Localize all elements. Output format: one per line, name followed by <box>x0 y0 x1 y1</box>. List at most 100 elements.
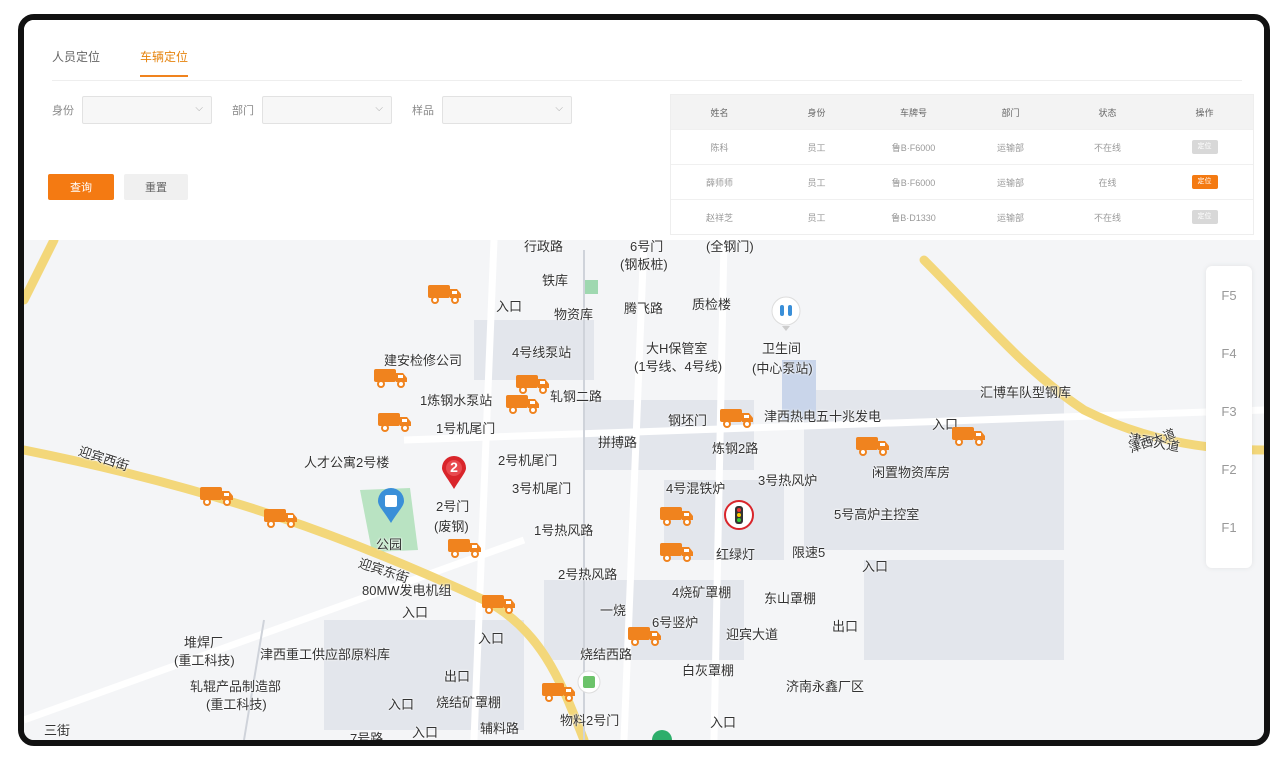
park-pin-icon[interactable] <box>376 488 406 524</box>
map-label: 入口 <box>496 299 523 314</box>
truck-icon[interactable] <box>628 624 662 646</box>
map-label: 卫生间 <box>762 341 802 356</box>
map-label: 入口 <box>478 631 505 646</box>
map-label: 红绿灯 <box>716 547 756 562</box>
floor-f3[interactable]: F3 <box>1206 382 1252 440</box>
map-label: 4号混铁炉 <box>666 481 726 496</box>
vehicle-table: 姓名 身份 车牌号 部门 状态 操作 陈科 员工 鲁B·F6000 运输部 不在… <box>670 94 1254 235</box>
truck-icon[interactable] <box>660 540 694 562</box>
map-label: 2号热风路 <box>558 567 618 582</box>
truck-icon[interactable] <box>952 424 986 446</box>
chevron-down-icon: ⌵ <box>195 103 203 114</box>
map-label: 公园 <box>376 537 403 552</box>
table-row: 薛师师 员工 鲁B·F6000 运输部 在线 定位 <box>671 164 1253 199</box>
header-cell: 车牌号 <box>899 107 927 118</box>
cell-status: 不在线 <box>1093 212 1121 223</box>
map-label: 质检楼 <box>692 297 732 312</box>
cell-name: 赵祥芝 <box>705 212 733 223</box>
truck-icon[interactable] <box>506 392 540 414</box>
cell-identity: 员工 <box>807 177 826 188</box>
truck-icon[interactable] <box>482 592 516 614</box>
map-label: 人才公寓2号楼 <box>304 455 390 470</box>
truck-icon[interactable] <box>374 366 408 388</box>
map-label: 7号路 <box>350 731 384 746</box>
map-label: 4烧矿罩棚 <box>672 585 732 600</box>
map-label: 津西重工供应部原料库 <box>260 647 391 662</box>
cell-plate: 鲁B·D1330 <box>891 212 936 223</box>
identity-select[interactable]: ⌵ <box>82 96 212 124</box>
identity-label: 身份 <box>52 105 74 117</box>
query-button[interactable]: 查询 <box>48 174 114 200</box>
map-label: (重工科技) <box>206 697 267 712</box>
query-panel: 人员定位 车辆定位 身份 ⌵ 部门 ⌵ 样品 ⌵ 查询 重置 姓名 身份 车牌号… <box>24 20 1264 240</box>
table-row: 赵祥芝 员工 鲁B·D1330 运输部 不在线 定位 <box>671 199 1253 234</box>
map-label: 闲置物资库房 <box>872 465 951 480</box>
cell-plate: 鲁B·F6000 <box>891 142 936 153</box>
map-label: 出口 <box>832 619 859 634</box>
map-label: 轧钢二路 <box>550 389 603 404</box>
map-label: 3号热风炉 <box>758 473 818 488</box>
truck-icon[interactable] <box>448 536 482 558</box>
floor-f5[interactable]: F5 <box>1206 266 1252 324</box>
map-label: 入口 <box>388 697 415 712</box>
map-label: 济南永鑫厂区 <box>786 679 865 694</box>
sample-select[interactable]: ⌵ <box>442 96 572 124</box>
truck-icon[interactable] <box>200 484 234 506</box>
green-pin-icon[interactable] <box>650 726 674 740</box>
department-select[interactable]: ⌵ <box>262 96 392 124</box>
map-label: 轧辊产品制造部 <box>190 679 282 694</box>
truck-icon[interactable] <box>856 434 890 456</box>
tab-bar: 人员定位 车辆定位 <box>52 48 189 77</box>
map-label: (重工科技) <box>174 653 235 668</box>
map-label: 铁库 <box>542 273 569 288</box>
map-label: 烧结矿罩棚 <box>436 695 502 710</box>
truck-icon[interactable] <box>264 506 298 528</box>
chevron-down-icon: ⌵ <box>375 103 383 114</box>
reset-button[interactable]: 重置 <box>124 174 188 200</box>
header-cell: 部门 <box>1001 107 1020 118</box>
map-label: 2号门 <box>436 499 470 514</box>
truck-icon[interactable] <box>542 680 576 702</box>
map-label: 1号机尾门 <box>436 421 496 436</box>
locate-button[interactable]: 定位 <box>1191 175 1218 189</box>
map-label: 炼钢2路 <box>712 441 759 456</box>
tab-person-location[interactable]: 人员定位 <box>52 48 100 77</box>
map-label: (钢板桩) <box>620 257 668 272</box>
map-label: 限速5 <box>792 545 826 560</box>
truck-icon[interactable] <box>516 372 550 394</box>
tab-vehicle-location[interactable]: 车辆定位 <box>140 48 189 77</box>
truck-icon[interactable] <box>428 282 462 304</box>
red-number-marker[interactable]: 2 <box>440 456 468 490</box>
truck-icon[interactable] <box>378 410 412 432</box>
map-label: 1号热风路 <box>534 523 594 538</box>
app-frame: 行政路 6号门 (钢板桩) (全钢门) 铁库 入口 物资库 腾飞路 质检楼 建安检修公司 4号线泵站… <box>18 14 1270 746</box>
floor-f4[interactable]: F4 <box>1206 324 1252 382</box>
truck-icon[interactable] <box>720 406 754 428</box>
map-label: 堆焊厂 <box>184 635 224 650</box>
floor-f1[interactable]: F1 <box>1206 498 1252 556</box>
map-label: 3号机尾门 <box>512 481 572 496</box>
map-label: 拼搏路 <box>598 435 638 450</box>
map-label: 入口 <box>412 725 439 740</box>
floor-f2[interactable]: F2 <box>1206 440 1252 498</box>
traffic-light-icon[interactable] <box>724 500 754 536</box>
cell-action: 定位 <box>1156 175 1253 189</box>
map-label: 出口 <box>444 669 471 684</box>
table-row: 陈科 员工 鲁B·F6000 运输部 不在线 定位 <box>671 129 1253 164</box>
table-header: 姓名 身份 车牌号 部门 状态 操作 <box>671 95 1253 129</box>
exit-pin-icon[interactable] <box>576 670 602 700</box>
map-label: 4号线泵站 <box>512 345 572 360</box>
map-label: 物料2号门 <box>560 713 620 728</box>
header-cell: 姓名 <box>710 107 729 118</box>
map-label: 津西热电五十兆发电 <box>764 409 882 424</box>
map-label: 1炼钢水泵站 <box>420 393 493 408</box>
map-label: 烧结西路 <box>580 647 633 662</box>
map-label: 5号高炉主控室 <box>834 507 920 522</box>
restroom-pin-icon[interactable] <box>770 296 802 332</box>
locate-button[interactable]: 定位 <box>1191 210 1218 224</box>
map-label: 入口 <box>862 559 889 574</box>
truck-icon[interactable] <box>660 504 694 526</box>
locate-button[interactable]: 定位 <box>1191 140 1218 154</box>
cell-identity: 员工 <box>807 142 826 153</box>
map-label: 迎宾大道 <box>726 627 779 642</box>
